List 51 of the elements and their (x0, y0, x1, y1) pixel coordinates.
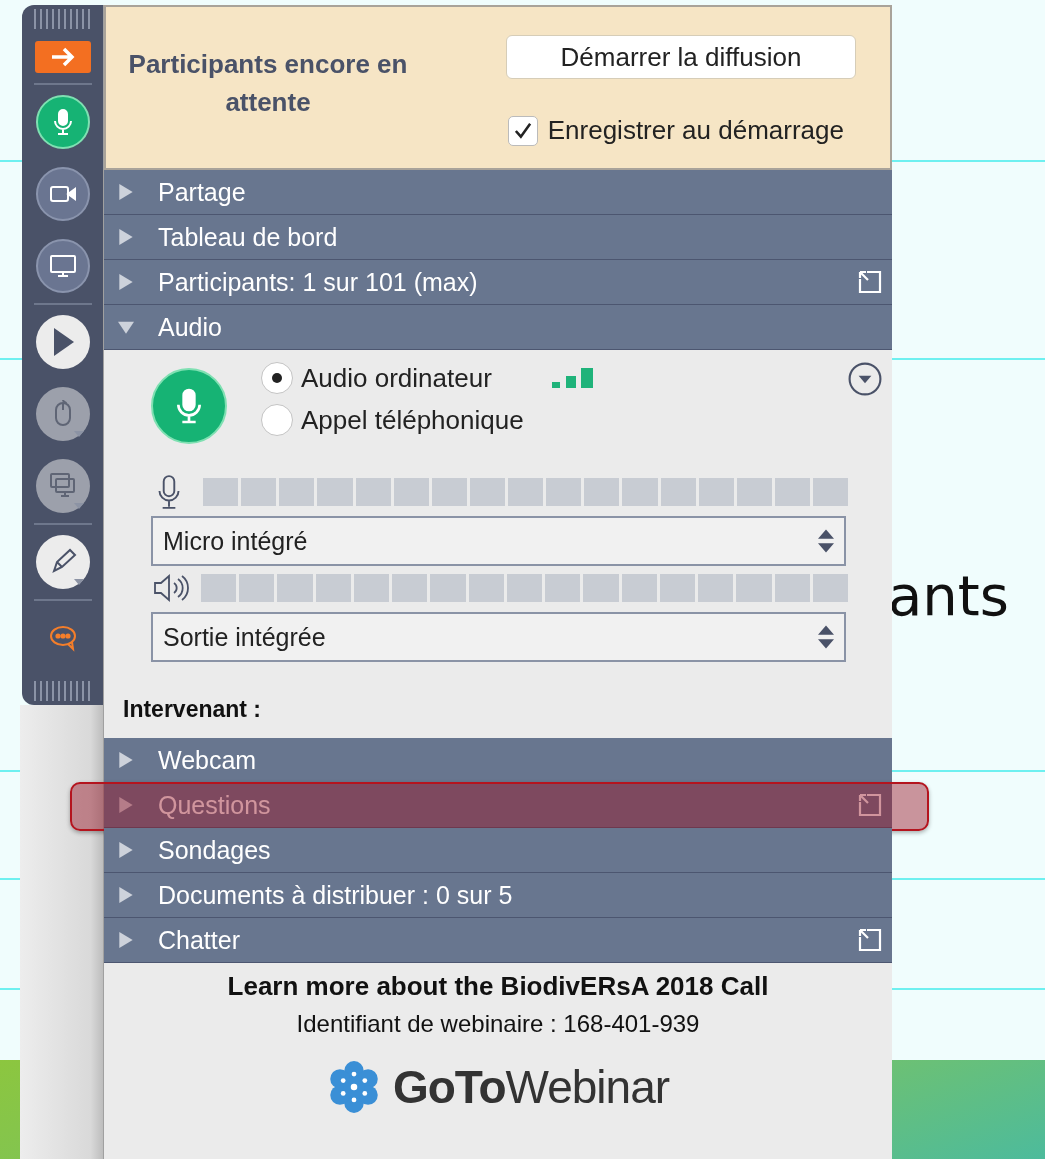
stepper-arrows-icon (818, 528, 834, 554)
signal-bars-icon (551, 368, 594, 388)
section-header[interactable]: Chatter (104, 918, 892, 963)
popout-icon (858, 270, 882, 294)
banner-title: Participants encore en attente (127, 47, 409, 119)
disclosure-triangle-icon (118, 887, 134, 903)
disclosure-triangle-icon (118, 752, 134, 768)
disclosure-triangle-icon (118, 229, 134, 245)
disclosure-triangle-icon (118, 319, 134, 335)
checkmark-icon (512, 120, 533, 141)
play-button[interactable] (35, 315, 90, 369)
chat-bubble-icon (47, 623, 78, 653)
disclosure-triangle-icon (118, 797, 134, 813)
record-label: Enregistrer au démarrage (547, 115, 844, 146)
radio-label: Appel téléphonique (301, 404, 524, 436)
pen-button[interactable] (35, 535, 90, 589)
microphone-select[interactable]: Micro intégré (151, 516, 846, 566)
screen-button[interactable] (35, 239, 90, 293)
webcam-button[interactable] (35, 167, 90, 221)
section-header[interactable]: Webcam (104, 738, 892, 783)
product-logo-text: GoToWebinar (392, 1060, 670, 1114)
mic-button[interactable] (35, 95, 90, 149)
popout-icon (858, 928, 882, 952)
section-header[interactable]: Sondages (104, 828, 892, 873)
collapse-button[interactable] (34, 41, 91, 73)
radio-button[interactable] (261, 362, 293, 394)
record-checkbox[interactable] (507, 115, 538, 146)
disclosure-triangle-icon (118, 274, 134, 290)
disclosure-triangle-icon (118, 932, 134, 948)
section-header[interactable]: Audio (104, 305, 892, 350)
popout-icon (858, 793, 882, 817)
stepper-arrows-icon (818, 624, 834, 650)
start-broadcast-button[interactable]: Démarrer la diffusion (506, 35, 856, 79)
dropdown-circle-icon[interactable] (848, 362, 882, 396)
section-header[interactable]: Partage (104, 170, 892, 215)
caret-icon (73, 579, 84, 585)
slide-text: ants (888, 568, 1009, 624)
section-header[interactable]: Documents à distribuer : 0 sur 5 (104, 873, 892, 918)
caret-icon (73, 503, 84, 509)
radio-label: Audio ordinateur (301, 362, 492, 394)
disclosure-triangle-icon (118, 842, 134, 858)
radio-button[interactable] (261, 404, 293, 436)
section-header[interactable]: Participants: 1 sur 101 (max) (104, 260, 892, 305)
speaker-icon (153, 573, 189, 603)
webinar-id: Identifiant de webinaire : 168-401-939 (296, 1010, 700, 1038)
disclosure-triangle-icon (118, 184, 134, 200)
speaker-select[interactable]: Sortie intégrée (151, 612, 846, 662)
webinar-title: Learn more about the BiodivERsA 2018 Call (227, 971, 769, 1002)
presenter-label: Intervenant : (123, 696, 263, 724)
caret-icon (73, 431, 84, 437)
section-header[interactable]: Tableau de bord (104, 215, 892, 260)
